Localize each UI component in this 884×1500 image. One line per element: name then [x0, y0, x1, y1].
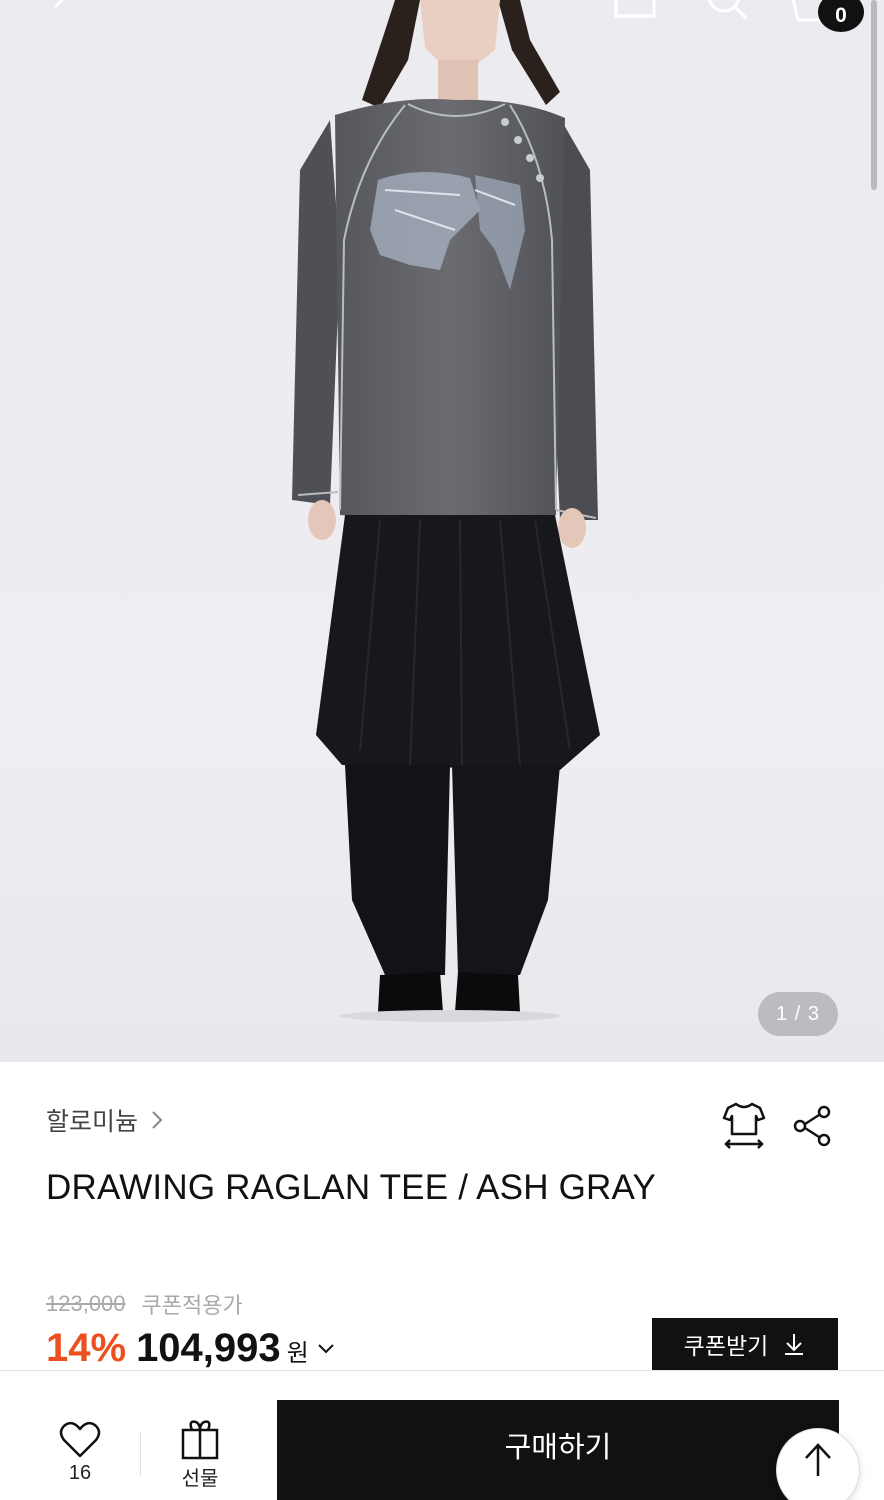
arrow-up-icon	[805, 1443, 831, 1476]
brand-link[interactable]: 할로미늄	[46, 1100, 164, 1140]
gift-button[interactable]: 선물	[172, 1418, 228, 1500]
gift-label: 선물	[181, 1468, 219, 1490]
back-icon[interactable]	[44, 0, 84, 28]
search-icon[interactable]	[702, 0, 752, 26]
bottom-divider	[140, 1432, 141, 1476]
original-price-row: 123,000 쿠폰적용가	[46, 1288, 243, 1320]
share-icon[interactable]	[790, 1104, 834, 1148]
discount-rate: 14%	[46, 1326, 127, 1370]
product-image-gallery[interactable]: 0 1 / 3	[0, 0, 884, 1062]
document-icon[interactable]	[612, 0, 658, 26]
currency-label: 원	[286, 1340, 309, 1367]
original-price: 123,000	[46, 1291, 126, 1316]
heart-icon	[59, 1421, 101, 1458]
buy-button[interactable]: 구매하기	[277, 1400, 839, 1500]
coupon-price-note: 쿠폰적용가	[141, 1293, 243, 1318]
gift-icon	[181, 1420, 219, 1460]
sale-price-row[interactable]: 14% 104,993 원	[46, 1326, 335, 1371]
chevron-right-icon	[152, 1111, 163, 1129]
get-coupon-label: 쿠폰받기	[683, 1333, 769, 1359]
get-coupon-button[interactable]: 쿠폰받기	[652, 1318, 838, 1370]
brand-name: 할로미늄	[46, 1108, 139, 1136]
size-guide-icon[interactable]	[720, 1100, 768, 1150]
product-photo	[292, 0, 600, 1022]
like-count: 16	[68, 1462, 92, 1484]
gallery-page-indicator: 1 / 3	[758, 992, 838, 1036]
download-icon	[785, 1334, 804, 1355]
like-button[interactable]: 16	[52, 1420, 108, 1500]
scrollbar-thumb[interactable]	[871, 0, 877, 190]
sale-price: 104,993	[136, 1326, 281, 1370]
chevron-down-icon[interactable]	[317, 1343, 335, 1355]
product-title: DRAWING RAGLAN TEE / ASH GRAY	[46, 1168, 656, 1207]
top-navigation-bar: 0	[0, 0, 884, 32]
